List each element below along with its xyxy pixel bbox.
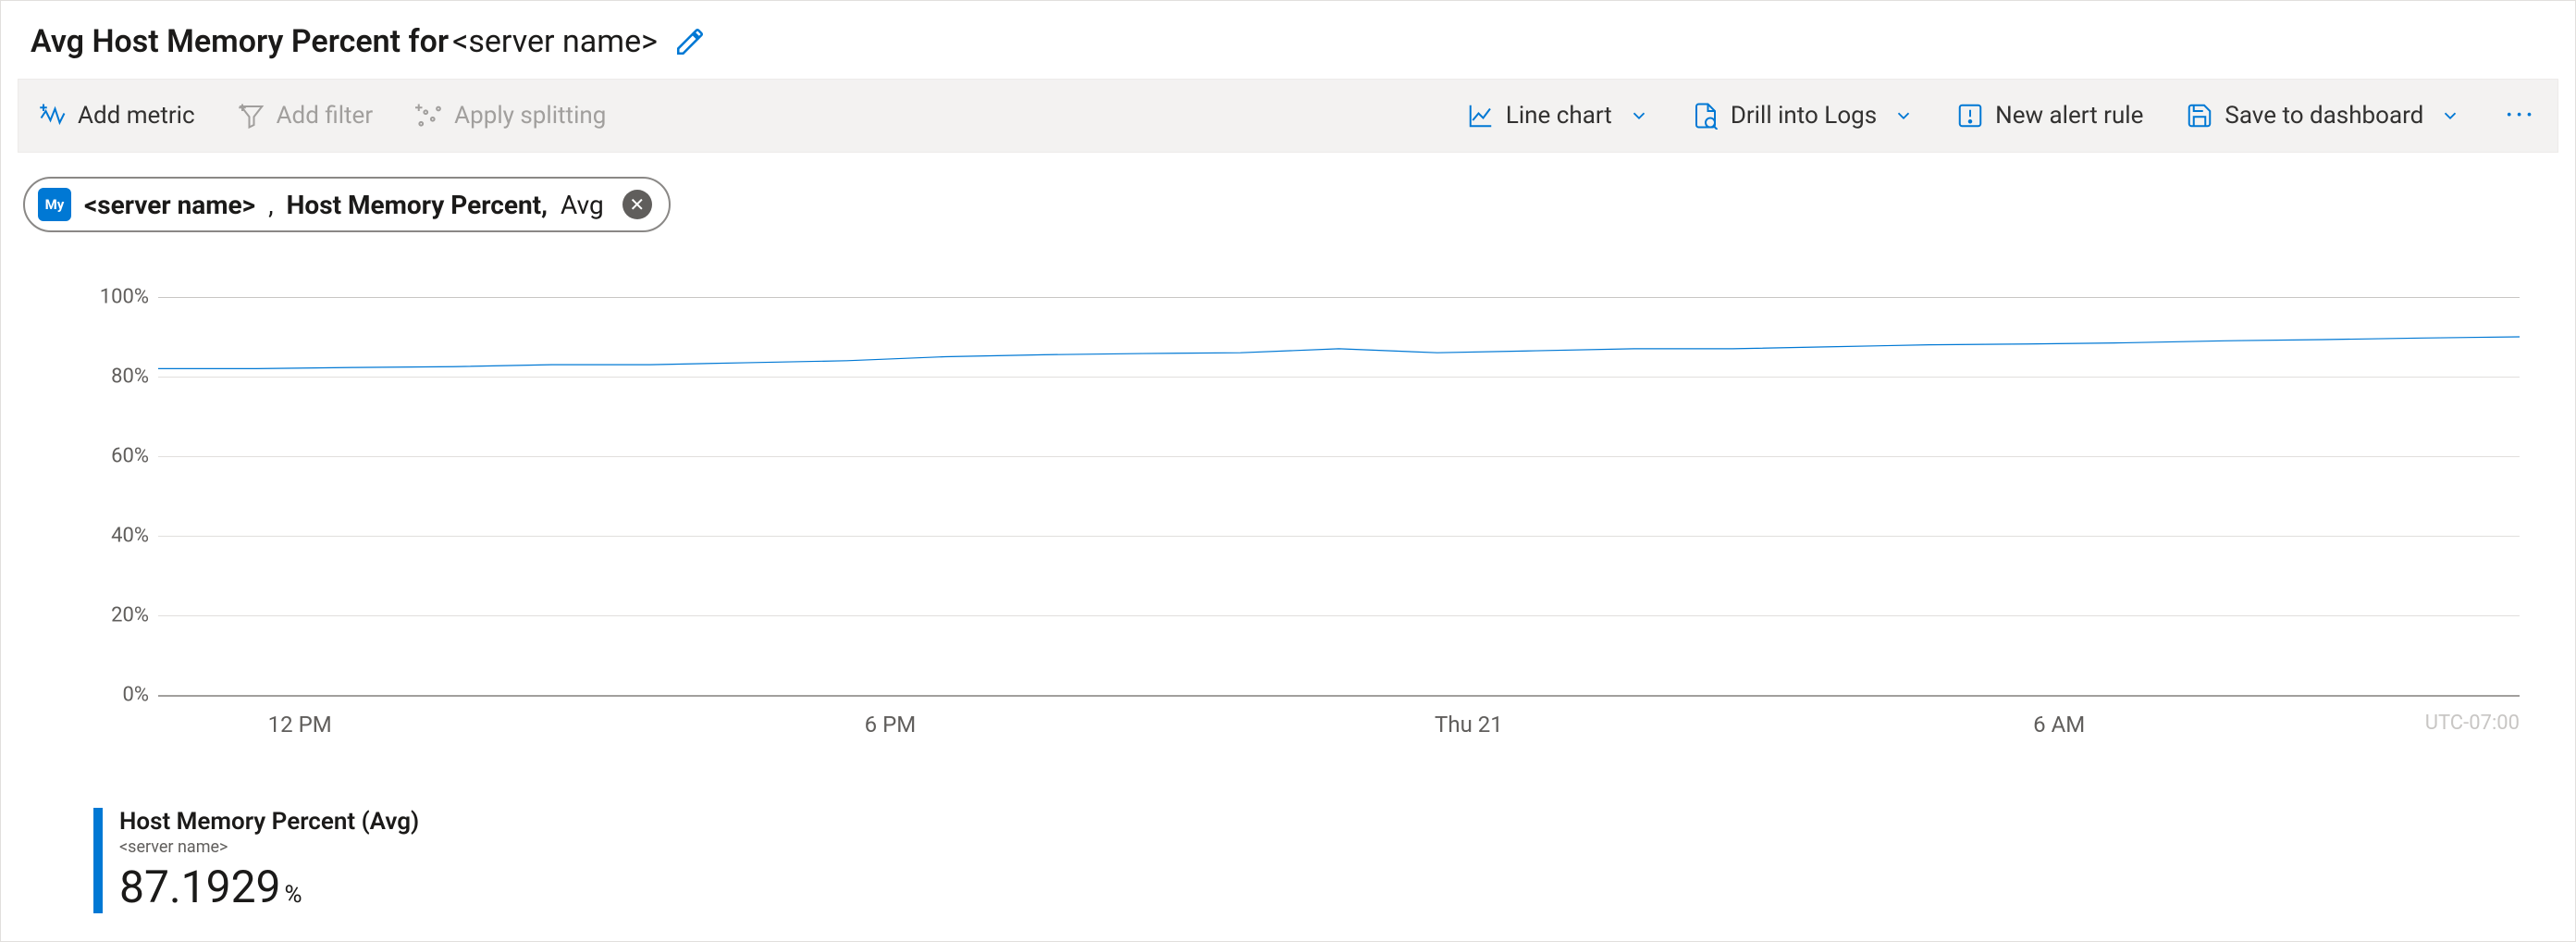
chart-type-dropdown[interactable]: Line chart xyxy=(1460,96,1657,135)
metric-pill-server: <server name> xyxy=(84,190,255,220)
legend-value: 87.1929% xyxy=(119,861,419,913)
drill-into-logs-dropdown[interactable]: Drill into Logs xyxy=(1684,96,1921,135)
line-chart-icon xyxy=(1467,102,1495,130)
metric-pill-metric: Host Memory Percent, xyxy=(287,190,548,220)
chevron-down-icon xyxy=(1893,105,1914,126)
add-filter-label: Add filter xyxy=(277,102,374,130)
apply-splitting-label: Apply splitting xyxy=(454,102,606,130)
timezone-label: UTC-07:00 xyxy=(2425,712,2520,735)
alert-icon xyxy=(1956,102,1984,130)
chart-title-server: <server name> xyxy=(452,23,658,60)
y-axis-tick-label: 80% xyxy=(93,366,149,389)
y-axis-tick-label: 100% xyxy=(93,286,149,309)
y-axis-tick-label: 20% xyxy=(93,604,149,627)
y-axis-tick-label: 0% xyxy=(93,684,149,707)
metric-pill-aggregation: Avg xyxy=(561,190,604,220)
new-alert-rule-label: New alert rule xyxy=(1995,102,2143,130)
resource-badge-icon: My xyxy=(38,188,71,221)
chevron-down-icon xyxy=(1629,105,1649,126)
remove-metric-icon[interactable]: ✕ xyxy=(622,190,652,219)
legend-value-unit: % xyxy=(285,881,302,909)
x-axis-tick-label: Thu 21 xyxy=(1435,712,1503,737)
toolbar-right-group: Line chart Drill into Logs New alert rul… xyxy=(1460,96,2545,135)
y-axis-tick-label: 60% xyxy=(93,445,149,468)
more-options-button[interactable]: ··· xyxy=(2496,97,2545,134)
add-filter-button[interactable]: Add filter xyxy=(230,96,381,135)
chart-title: Avg Host Memory Percent for <server name… xyxy=(31,23,658,60)
toolbar-left-group: Add metric Add filter Apply splitting xyxy=(31,96,613,135)
line-chart: 0%20%40%60%80%100% 12 PM6 PMThu 216 AM U… xyxy=(93,297,2520,695)
save-to-dashboard-dropdown[interactable]: Save to dashboard xyxy=(2178,96,2468,135)
metric-pill-sep: , xyxy=(268,190,274,220)
x-axis-tick-label: 6 AM xyxy=(2033,712,2085,737)
drill-into-logs-label: Drill into Logs xyxy=(1731,102,1877,130)
save-to-dashboard-label: Save to dashboard xyxy=(2225,102,2423,130)
legend-server-name: <server name> xyxy=(119,837,419,857)
edit-title-icon[interactable] xyxy=(674,26,706,57)
chart-type-label: Line chart xyxy=(1506,102,1612,130)
x-axis-tick-label: 6 PM xyxy=(865,712,917,737)
add-metric-button[interactable]: Add metric xyxy=(31,96,203,135)
legend-color-swatch xyxy=(93,808,103,913)
chart-title-row: Avg Host Memory Percent for <server name… xyxy=(1,1,2575,79)
metrics-chart-panel: Avg Host Memory Percent for <server name… xyxy=(0,0,2576,942)
chart-series xyxy=(158,297,2520,695)
filter-icon xyxy=(238,102,265,130)
legend-value-number: 87.1929 xyxy=(119,861,281,913)
apply-splitting-button[interactable]: Apply splitting xyxy=(408,96,613,135)
y-axis-tick-label: 40% xyxy=(93,525,149,548)
split-icon xyxy=(415,102,443,130)
legend-text: Host Memory Percent (Avg) <server name> … xyxy=(119,808,419,913)
chart-legend: Host Memory Percent (Avg) <server name> … xyxy=(93,808,419,913)
new-alert-rule-button[interactable]: New alert rule xyxy=(1949,96,2151,135)
logs-icon xyxy=(1692,102,1719,130)
add-metric-icon xyxy=(39,102,67,130)
x-axis-line xyxy=(158,695,2520,697)
chevron-down-icon xyxy=(2440,105,2460,126)
metric-pill[interactable]: My <server name> , Host Memory Percent, … xyxy=(23,177,671,232)
chart-title-prefix: Avg Host Memory Percent for xyxy=(31,23,449,60)
add-metric-label: Add metric xyxy=(78,102,195,130)
save-icon xyxy=(2186,102,2213,130)
x-axis-tick-label: 12 PM xyxy=(268,712,332,737)
legend-series-name: Host Memory Percent (Avg) xyxy=(119,808,419,836)
metric-pill-row: My <server name> , Host Memory Percent, … xyxy=(1,153,2575,232)
chart-toolbar: Add metric Add filter Apply splitting xyxy=(18,79,2558,153)
